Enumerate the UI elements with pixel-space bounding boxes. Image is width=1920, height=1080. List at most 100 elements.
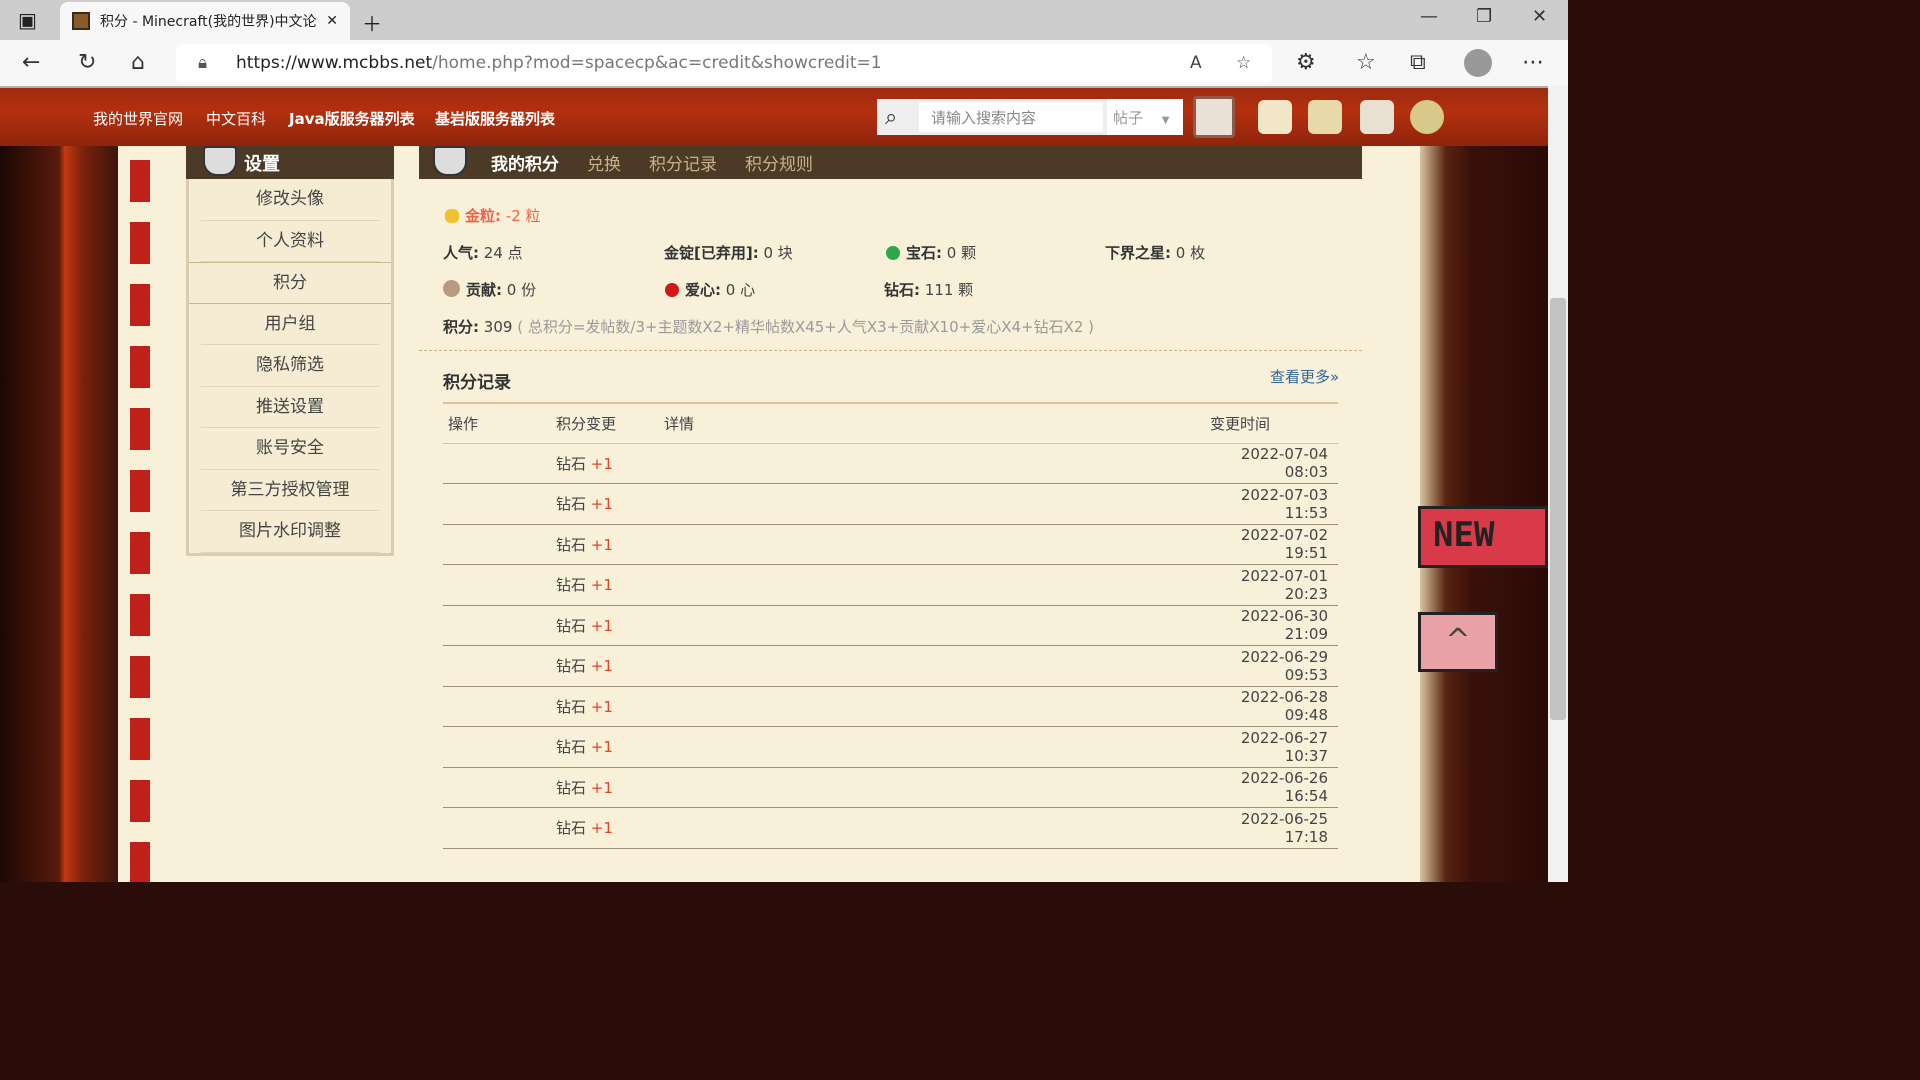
stat-label: 爱心: — [685, 281, 721, 299]
sidebar-item-push[interactable]: 推送设置 — [201, 387, 379, 428]
table-row: 钻石 +1 2022-06-25 17:18 — [443, 807, 1338, 849]
menu-icon[interactable] — [1410, 100, 1444, 134]
credit-delta: +1 — [590, 657, 613, 676]
user-avatar[interactable] — [1193, 96, 1235, 138]
cell-detail — [659, 564, 1210, 606]
cell-time: 2022-06-29 09:53 — [1210, 645, 1338, 687]
gold-nugget-icon — [445, 209, 459, 223]
apple-icon — [665, 283, 679, 297]
read-aloud-icon[interactable]: A — [1190, 53, 1202, 73]
cell-change: 钻石 +1 — [551, 605, 659, 646]
credit-type: 钻石 — [556, 657, 587, 676]
address-bar[interactable]: 🔒︎ https://www.mcbbs.net/home.php?mod=sp… — [176, 44, 1272, 82]
close-window-icon[interactable]: ✕ — [1532, 6, 1547, 27]
cell-change: 钻石 +1 — [551, 564, 659, 606]
browser-toolbar: ← ↻ ⌂ 🔒︎ https://www.mcbbs.net/home.php?… — [0, 40, 1568, 86]
table-row: 钻石 +1 2022-07-01 20:23 — [443, 564, 1338, 606]
search-icon[interactable]: ⌕ — [885, 105, 897, 130]
stat-label: 积分: — [443, 318, 479, 336]
sidebar-item-usergroup[interactable]: 用户组 — [201, 304, 379, 345]
tasks-icon[interactable] — [1360, 100, 1394, 134]
nav-link-bedrock-servers[interactable]: 基岩版服务器列表 — [435, 108, 555, 129]
back-to-top-button[interactable]: ^ — [1418, 612, 1498, 672]
tab-my-credits[interactable]: 我的积分 — [491, 150, 559, 175]
nav-link-java-servers[interactable]: Java版服务器列表 — [289, 108, 415, 129]
extensions-icon[interactable]: ⚙ — [1296, 50, 1316, 75]
messages-icon[interactable] — [1258, 100, 1292, 134]
sidebar-toggle-icon[interactable]: ▣ — [18, 8, 37, 32]
lock-icon: 🔒︎ — [198, 53, 208, 73]
stat-value: 0 心 — [725, 281, 756, 299]
stat-label: 金粒: — [465, 207, 501, 225]
stat-diamond: 钻石: 111 颗 — [884, 279, 973, 300]
view-more-link[interactable]: 查看更多» — [1270, 366, 1339, 387]
credit-tabs: 我的积分 兑换 积分记录 积分规则 — [419, 146, 1362, 179]
credit-formula: ( 总积分=发帖数/3+主题数X2+精华帖数X45+人气X3+贡献X10+爱心X… — [517, 318, 1095, 336]
notifications-icon[interactable] — [1308, 100, 1342, 134]
sidebar-item-oauth[interactable]: 第三方授权管理 — [201, 470, 379, 511]
table-row: 钻石 +1 2022-06-30 21:09 — [443, 605, 1338, 646]
search-input[interactable]: 请输入搜索内容 — [919, 102, 1103, 132]
cell-detail — [659, 726, 1210, 768]
stat-gem: 宝石: 0 颗 — [886, 242, 976, 263]
stat-value: 0 块 — [763, 244, 793, 262]
sidebar-item-avatar[interactable]: 修改头像 — [201, 179, 379, 221]
credit-type: 钻石 — [556, 738, 587, 757]
tab-credit-rules[interactable]: 积分规则 — [745, 150, 813, 175]
sidebar-item-profile[interactable]: 个人资料 — [201, 221, 379, 262]
table-row: 钻石 +1 2022-06-28 09:48 — [443, 686, 1338, 727]
cell-detail — [659, 767, 1210, 808]
chevron-down-icon: ▼ — [1161, 115, 1170, 126]
sidebar-item-watermark[interactable]: 图片水印调整 — [201, 511, 379, 553]
refresh-icon[interactable]: ↻ — [78, 50, 96, 75]
cell-action — [443, 483, 551, 525]
collections-icon[interactable]: ⧉ — [1410, 50, 1426, 75]
home-icon[interactable]: ⌂ — [131, 50, 145, 75]
nav-link-wiki[interactable]: 中文百科 — [206, 108, 266, 129]
credit-delta: +1 — [590, 819, 613, 838]
cell-action — [443, 605, 551, 646]
stat-label: 金锭[已弃用]: — [664, 244, 759, 262]
site-header: 我的世界官网 中文百科 Java版服务器列表 基岩版服务器列表 ⌕ 请输入搜索内… — [0, 86, 1548, 146]
back-icon[interactable]: ← — [22, 50, 40, 75]
cell-detail — [659, 686, 1210, 727]
cell-detail — [659, 807, 1210, 849]
table-row: 钻石 +1 2022-06-29 09:53 — [443, 645, 1338, 687]
sidebar-item-credits[interactable]: 积分 — [189, 262, 391, 304]
sidebar-item-privacy[interactable]: 隐私筛选 — [201, 345, 379, 387]
scrollbar-thumb[interactable] — [1550, 298, 1566, 720]
credit-type: 钻石 — [556, 697, 587, 716]
nav-link-official[interactable]: 我的世界官网 — [93, 108, 183, 129]
tab-credit-log[interactable]: 积分记录 — [649, 150, 717, 175]
stat-love: 爱心: 0 心 — [665, 279, 755, 300]
column-header-action: 操作 — [443, 402, 551, 444]
cell-detail — [659, 483, 1210, 525]
table-row: 钻石 +1 2022-07-02 19:51 — [443, 524, 1338, 565]
cell-change: 钻石 +1 — [551, 483, 659, 525]
tab-title: 积分 - Minecraft(我的世界)中文论坛 — [100, 14, 317, 30]
cell-change: 钻石 +1 — [551, 807, 659, 849]
table-row: 钻石 +1 2022-06-27 10:37 — [443, 726, 1338, 768]
more-icon[interactable]: ⋯ — [1522, 50, 1544, 75]
credit-type: 钻石 — [556, 616, 587, 635]
cell-time: 2022-07-03 11:53 — [1210, 483, 1338, 525]
profile-icon[interactable] — [1464, 49, 1492, 77]
credit-type: 钻石 — [556, 576, 587, 595]
stat-value: 111 颗 — [924, 281, 974, 299]
divider — [419, 350, 1362, 351]
search-type-select[interactable]: 帖子 ▼ — [1107, 99, 1183, 135]
close-tab-icon[interactable]: ✕ — [326, 13, 338, 29]
sidebar-item-security[interactable]: 账号安全 — [201, 428, 379, 470]
credit-type: 钻石 — [556, 495, 587, 514]
restore-icon[interactable]: ❐ — [1476, 6, 1492, 27]
new-tab-icon[interactable]: ＋ — [362, 8, 382, 37]
cell-action — [443, 686, 551, 727]
credit-type: 钻石 — [556, 778, 587, 797]
new-badge[interactable]: NEW — [1418, 506, 1548, 568]
minimize-icon[interactable]: — — [1420, 6, 1438, 27]
browser-tab[interactable]: 积分 - Minecraft(我的世界)中文论坛 ✕ — [60, 2, 350, 40]
tab-exchange[interactable]: 兑换 — [587, 150, 621, 175]
cell-action — [443, 443, 551, 484]
add-favorite-icon[interactable]: ☆ — [1236, 53, 1251, 73]
favorites-icon[interactable]: ☆ — [1356, 50, 1376, 75]
